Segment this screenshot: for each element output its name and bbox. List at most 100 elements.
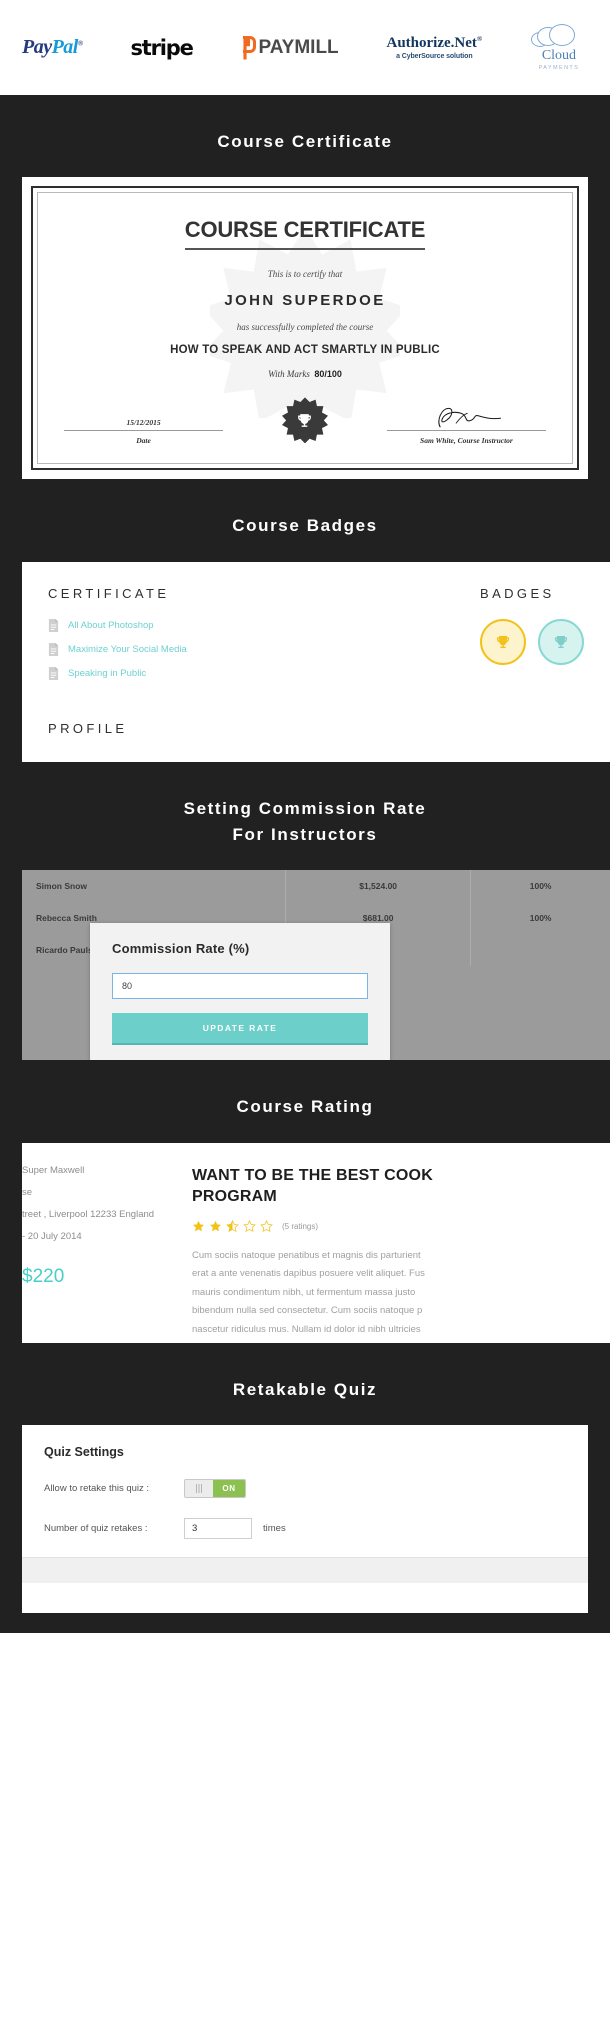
certificate-heading: COURSE CERTIFICATE [184, 217, 425, 251]
toggle-state-label: ON [213, 1480, 245, 1498]
badges-panel-wrap: CERTIFICATE All About Photoshop Maximize… [0, 561, 610, 762]
payment-logos-strip: PayPal® stripe PAYMILL Authorize.Net® a … [0, 0, 610, 95]
certificate-card: COURSE CERTIFICATE This is to certify th… [22, 177, 588, 480]
student-name: Super Maxwell [22, 1164, 85, 1176]
certificate-column-heading: CERTIFICATE [48, 585, 170, 601]
list-item[interactable]: Maximize Your Social Media [48, 642, 187, 657]
quiz-divider-strip [22, 1557, 588, 1584]
section-title-quiz: Retakable Quiz [232, 1379, 378, 1399]
certificate-list: All About Photoshop Maximize Your Social… [48, 618, 187, 681]
certificate-student-name: JOHN SUPERDOE [224, 292, 386, 310]
star-rating[interactable]: (5 ratings) [192, 1219, 610, 1233]
paymill-logo: PAYMILL [240, 35, 339, 60]
retakes-input[interactable]: 3 [184, 1518, 252, 1540]
certificate-date-block: 15/12/2015 Date [64, 418, 224, 445]
certificate-footer: 15/12/2015 Date Sam White, Course Instru… [64, 397, 546, 445]
star-empty-icon [243, 1219, 256, 1232]
trophy-seal-icon [281, 397, 328, 444]
description-line: erat a ante venenatis dapibus posuere ve… [192, 1268, 425, 1280]
section-title-commission: Setting Commission Rate For Instructors [0, 762, 610, 871]
certificate-link[interactable]: Speaking in Public [68, 668, 146, 679]
student-line2: se [22, 1186, 33, 1198]
profile-heading: PROFILE [48, 720, 128, 736]
document-icon [48, 618, 59, 633]
cell-instructor: Simon Snow [22, 870, 287, 903]
cell-rate: 100% [529, 913, 552, 924]
certificate-date-rule [64, 430, 224, 432]
commission-rate-modal: Commission Rate (%) 80 UPDATE RATE [90, 923, 390, 1061]
cell-rate: 100% [529, 881, 552, 892]
student-address: treet , Liverpool 12233 England [22, 1208, 155, 1220]
commission-title-line2: For Instructors [232, 825, 378, 845]
update-rate-button[interactable]: UPDATE RATE [112, 1013, 368, 1044]
student-info-column: Super Maxwell se treet , Liverpool 12233… [22, 1143, 178, 1343]
cell-amount: $1,524.00 [285, 870, 472, 903]
certificate-link[interactable]: All About Photoshop [68, 620, 154, 631]
retakes-count-row: Number of quiz retakes : 3 times [44, 1518, 566, 1540]
document-icon [48, 642, 59, 657]
star-empty-icon [260, 1219, 273, 1232]
list-item[interactable]: All About Photoshop [48, 618, 187, 633]
times-label: times [263, 1523, 286, 1535]
star-filled-icon [209, 1220, 222, 1232]
retake-toggle[interactable]: ON [184, 1479, 246, 1499]
cloud-icon [530, 24, 587, 47]
certificate-signature-rule [386, 430, 546, 432]
course-description: Cum sociis natoque penatibus et magnis d… [192, 1247, 610, 1340]
certificate-date-value: 15/12/2015 [126, 418, 161, 428]
badges-column: BADGES [480, 586, 584, 665]
section-title-badges: Course Badges [232, 516, 378, 536]
quiz-footer-area [22, 1583, 588, 1614]
badges-card: CERTIFICATE All About Photoshop Maximize… [22, 561, 610, 762]
certificate-completed-line: has successfully completed the course [236, 322, 374, 333]
quiz-card: Quiz Settings Allow to retake this quiz … [22, 1425, 588, 1614]
course-title-line2: PROGRAM [192, 1188, 277, 1206]
commission-rate-input[interactable]: 80 [112, 973, 368, 1000]
certificate-column: CERTIFICATE All About Photoshop Maximize… [48, 586, 187, 691]
certificate-link[interactable]: Maximize Your Social Media [68, 644, 187, 655]
enrollment-date: - 20 July 2014 [22, 1230, 82, 1242]
certificate-course-name: HOW TO SPEAK AND ACT SMARTLY IN PUBLIC [170, 344, 440, 357]
cloudpayments-logo: Cloud PAYMENTS [530, 24, 588, 71]
section-title-rating: Course Rating [236, 1097, 374, 1117]
toggle-handle[interactable] [185, 1480, 213, 1498]
star-filled-icon [192, 1220, 205, 1232]
list-item[interactable]: Speaking in Public [48, 666, 187, 681]
certificate-seal-block [238, 397, 373, 445]
retake-label: Allow to retake this quiz : [44, 1483, 150, 1495]
gold-trophy-badge[interactable] [480, 618, 526, 665]
commission-modal-title: Commission Rate (%) [112, 941, 250, 957]
teal-trophy-badge[interactable] [538, 618, 584, 665]
certificate-panel-wrap: COURSE CERTIFICATE This is to certify th… [0, 177, 610, 480]
stripe-logo: stripe [130, 35, 193, 60]
certificate-instructor-caption: Sam White, Course Instructor [420, 436, 513, 446]
quiz-panel-wrap: Quiz Settings Allow to retake this quiz … [0, 1425, 610, 1614]
badges-column-heading: BADGES [480, 585, 555, 601]
table-row[interactable]: Simon Snow $1,524.00 100% [22, 870, 610, 903]
certificate-marks-value: 80/100 [314, 369, 342, 380]
certificate-marks-label: With Marks [268, 369, 310, 380]
commission-card: Simon Snow $1,524.00 100% Rebecca Smith … [22, 870, 610, 1061]
paypal-logo: PayPal® [22, 36, 83, 58]
quiz-settings-title: Quiz Settings [44, 1445, 124, 1460]
document-icon [48, 666, 59, 681]
section-title-certificate: Course Certificate [217, 132, 393, 151]
description-line: mauris condimentum nibh, ut fermentum ma… [192, 1286, 416, 1298]
cell-rate [471, 934, 610, 966]
rating-panel-wrap: Super Maxwell se treet , Liverpool 12233… [0, 1142, 610, 1343]
course-title-line1: WANT TO BE THE BEST COOK [192, 1166, 433, 1184]
paymill-mark-icon [240, 35, 257, 60]
badge-list [480, 618, 584, 665]
description-line: bibendum nulla sed consectetur. Cum soci… [192, 1305, 423, 1317]
description-line: nascetur ridiculus mus. Nullam id dolor … [192, 1323, 421, 1335]
signature-icon [387, 404, 546, 430]
description-line: Cum sociis natoque penatibus et magnis d… [192, 1249, 421, 1261]
certificate-marks: With Marks 80/100 [64, 369, 546, 379]
star-half-icon [226, 1219, 239, 1232]
authorize-net-logo: Authorize.Net® a CyberSource solution [386, 34, 483, 60]
retake-toggle-row: Allow to retake this quiz : ON [44, 1479, 566, 1499]
ratings-count: (5 ratings) [282, 1221, 319, 1231]
course-price: $220 [22, 1265, 65, 1287]
commission-panel-wrap: Simon Snow $1,524.00 100% Rebecca Smith … [0, 870, 610, 1061]
certificate-signature-block: Sam White, Course Instructor [386, 404, 546, 446]
